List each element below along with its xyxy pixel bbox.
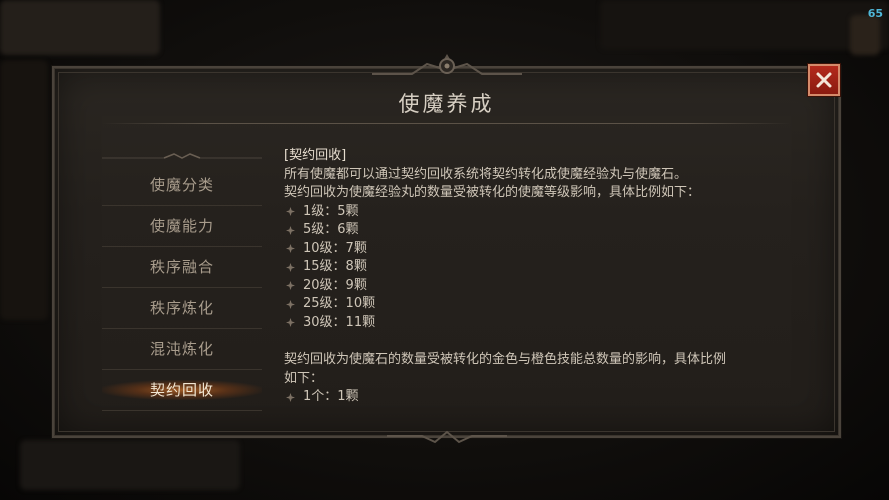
sidebar: 使魔分类 使魔能力 秩序融合 秩序炼化 混沌炼化 契约回收 <box>102 146 262 411</box>
diamond-bullet-icon <box>286 207 295 217</box>
title-divider <box>102 123 791 124</box>
sidebar-ornament-icon <box>102 153 262 159</box>
rate-text: 1个：1颗 <box>303 389 359 404</box>
background-blur <box>600 0 889 50</box>
diamond-bullet-icon <box>286 262 295 272</box>
background-blur <box>0 0 160 55</box>
rate-text: 5级：6颗 <box>303 222 359 237</box>
rate-list-item: 20级：9颗 <box>284 277 804 296</box>
sidebar-item-label: 秩序炼化 <box>149 299 214 317</box>
rate-list-item: 1个：1颗 <box>284 388 804 407</box>
sidebar-item-order-fusion[interactable]: 秩序融合 <box>102 247 262 288</box>
rate-text: 10级：7颗 <box>303 240 367 256</box>
background-blur <box>20 440 240 490</box>
diamond-bullet-icon <box>286 392 295 402</box>
sidebar-item-order-refine[interactable]: 秩序炼化 <box>102 288 262 329</box>
rate-list-item: 10级：7颗 <box>284 240 804 259</box>
rate-list-item: 15级：8颗 <box>284 258 804 277</box>
rate-list-item: 1级：5颗 <box>284 203 804 222</box>
diamond-bullet-icon <box>286 281 295 291</box>
fps-counter: 65 <box>867 7 883 20</box>
sidebar-item-familiar-types[interactable]: 使魔分类 <box>102 165 262 206</box>
diamond-bullet-icon <box>286 244 295 254</box>
sidebar-item-label: 秩序融合 <box>149 258 214 276</box>
level-rate-list: 1级：5颗 5级：6颗 10级：7颗 15级：8颗 20级：9颗 25级：10颗 30级：1… <box>284 203 804 333</box>
background-blur <box>850 15 880 55</box>
top-ornament-icon <box>371 54 522 75</box>
content-area: [契约回收] 所有使魔都可以通过契约回收系统将契约转化成使魔经验丸与使魔石。 契… <box>284 147 804 407</box>
bottom-ornament-icon <box>386 430 507 444</box>
sidebar-item-label: 使魔分类 <box>149 176 214 194</box>
description-line: 契约回收为使魔经验丸的数量受被转化的使魔等级影响，具体比例如下： <box>284 185 701 200</box>
sidebar-item-label: 使魔能力 <box>149 217 214 235</box>
sidebar-item-label: 混沌炼化 <box>149 340 214 358</box>
diamond-bullet-icon <box>286 225 295 235</box>
dialog-title: 使魔养成 <box>398 92 495 116</box>
rate-text: 25级：10颗 <box>303 296 376 311</box>
rate-text: 1级：5颗 <box>303 203 359 219</box>
rate-list-item: 30级：11颗 <box>284 314 804 333</box>
description-line: 所有使魔都可以通过契约回收系统将契约转化成使魔经验丸与使魔石。 <box>284 166 688 182</box>
close-x-icon <box>816 72 832 88</box>
dialog-panel: 使魔养成 使魔分类 使魔能力 秩序融合 秩序炼化 混沌炼化 契约回收 [契约回收… <box>52 54 841 444</box>
rate-text: 15级：8颗 <box>303 259 367 274</box>
game-screen: 65 使魔养成 使魔分类 使魔能力 秩序融合 秩序炼化 混沌炼化 契约回收 [契… <box>0 0 889 500</box>
rate-list-item: 25级：10颗 <box>284 295 804 314</box>
rate-text: 20级：9颗 <box>303 277 367 293</box>
diamond-bullet-icon <box>286 299 295 309</box>
rate-text: 30级：11颗 <box>303 314 376 330</box>
sidebar-item-label: 契约回收 <box>149 381 214 399</box>
description-line: 契约回收为使魔石的数量受被转化的金色与橙色技能总数量的影响，具体比例 <box>284 352 727 367</box>
sidebar-item-familiar-abilities[interactable]: 使魔能力 <box>102 206 262 247</box>
sidebar-item-chaos-refine[interactable]: 混沌炼化 <box>102 329 262 370</box>
diamond-bullet-icon <box>286 318 295 328</box>
description-line: 如下： <box>284 370 324 386</box>
section-heading: [契约回收] <box>284 148 347 163</box>
background-blur <box>0 60 48 320</box>
rate-list-item: 5级：6颗 <box>284 221 804 240</box>
close-button[interactable] <box>808 64 840 96</box>
skill-rate-list: 1个：1颗 <box>284 388 804 407</box>
sidebar-item-contract-recycle[interactable]: 契约回收 <box>102 370 262 411</box>
